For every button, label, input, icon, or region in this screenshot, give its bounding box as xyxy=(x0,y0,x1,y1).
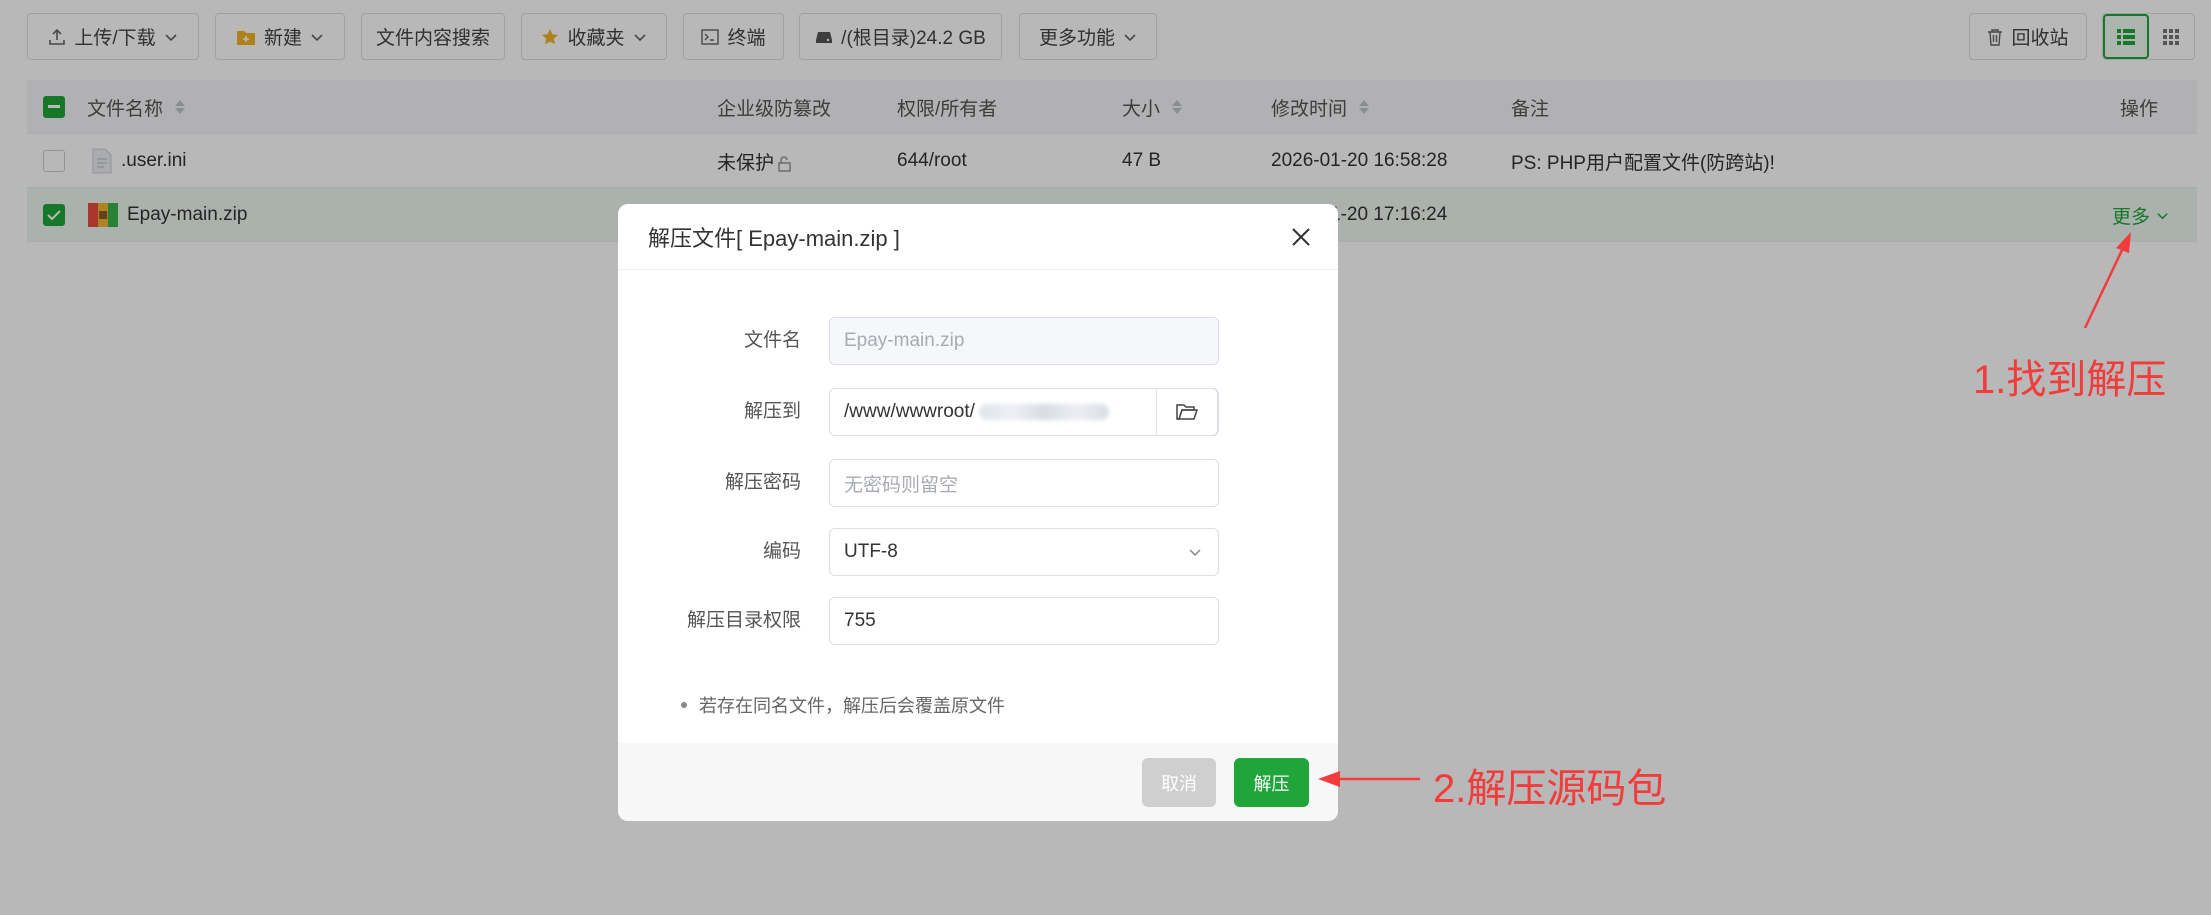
close-icon xyxy=(1292,228,1310,246)
extract-to-label: 解压到 xyxy=(743,401,801,422)
password-placeholder: 无密码则留空 xyxy=(844,474,959,496)
cancel-button[interactable]: 取消 xyxy=(1142,758,1216,807)
overwrite-note: 若存在同名文件，解压后会覆盖原文件 xyxy=(681,692,1005,718)
filename-row: 文件名 Epay-main.zip xyxy=(618,317,1338,365)
annotation-step2: 2.解压源码包 xyxy=(1433,767,1667,811)
encoding-row: 编码 UTF-8 xyxy=(618,528,1338,576)
folder-open-icon xyxy=(1176,404,1198,420)
extract-button[interactable]: 解压 xyxy=(1234,758,1309,807)
filename-label: 文件名 xyxy=(743,330,801,351)
close-button[interactable] xyxy=(1288,224,1314,250)
password-row: 解压密码 无密码则留空 xyxy=(618,459,1338,507)
dir-perm-row: 解压目录权限 755 xyxy=(618,597,1338,645)
extract-to-row: 解压到 /www/wwwroot/ xyxy=(618,388,1338,436)
overwrite-note-text: 若存在同名文件，解压后会覆盖原文件 xyxy=(699,696,1005,716)
filename-value: Epay-main.zip xyxy=(844,330,965,351)
redacted-path xyxy=(978,404,1109,420)
dir-perm-input[interactable]: 755 xyxy=(829,597,1219,645)
bullet-dot xyxy=(681,702,687,708)
browse-folder-button[interactable] xyxy=(1156,388,1218,436)
dialog-header: 解压文件[ Epay-main.zip ] xyxy=(618,204,1338,270)
chevron-down-icon xyxy=(1189,549,1201,557)
dialog-footer: 取消 解压 xyxy=(618,743,1338,821)
annotation-step1: 1.找到解压 xyxy=(1973,358,2167,402)
encoding-label: 编码 xyxy=(762,541,801,562)
encoding-select[interactable]: UTF-8 xyxy=(829,528,1219,576)
dir-perm-label: 解压目录权限 xyxy=(686,610,801,631)
extract-dialog: 解压文件[ Epay-main.zip ] 文件名 Epay-main.zip … xyxy=(618,204,1338,821)
dialog-title: 解压文件[ Epay-main.zip ] xyxy=(648,225,900,251)
dir-perm-value: 755 xyxy=(844,610,876,631)
extract-path-input[interactable]: /www/wwwroot/ xyxy=(829,388,1219,436)
filename-field: Epay-main.zip xyxy=(829,317,1219,365)
extract-path-value: /www/wwwroot/ xyxy=(844,401,975,422)
encoding-value: UTF-8 xyxy=(844,541,898,562)
password-input[interactable]: 无密码则留空 xyxy=(829,459,1219,507)
password-label: 解压密码 xyxy=(724,472,801,493)
